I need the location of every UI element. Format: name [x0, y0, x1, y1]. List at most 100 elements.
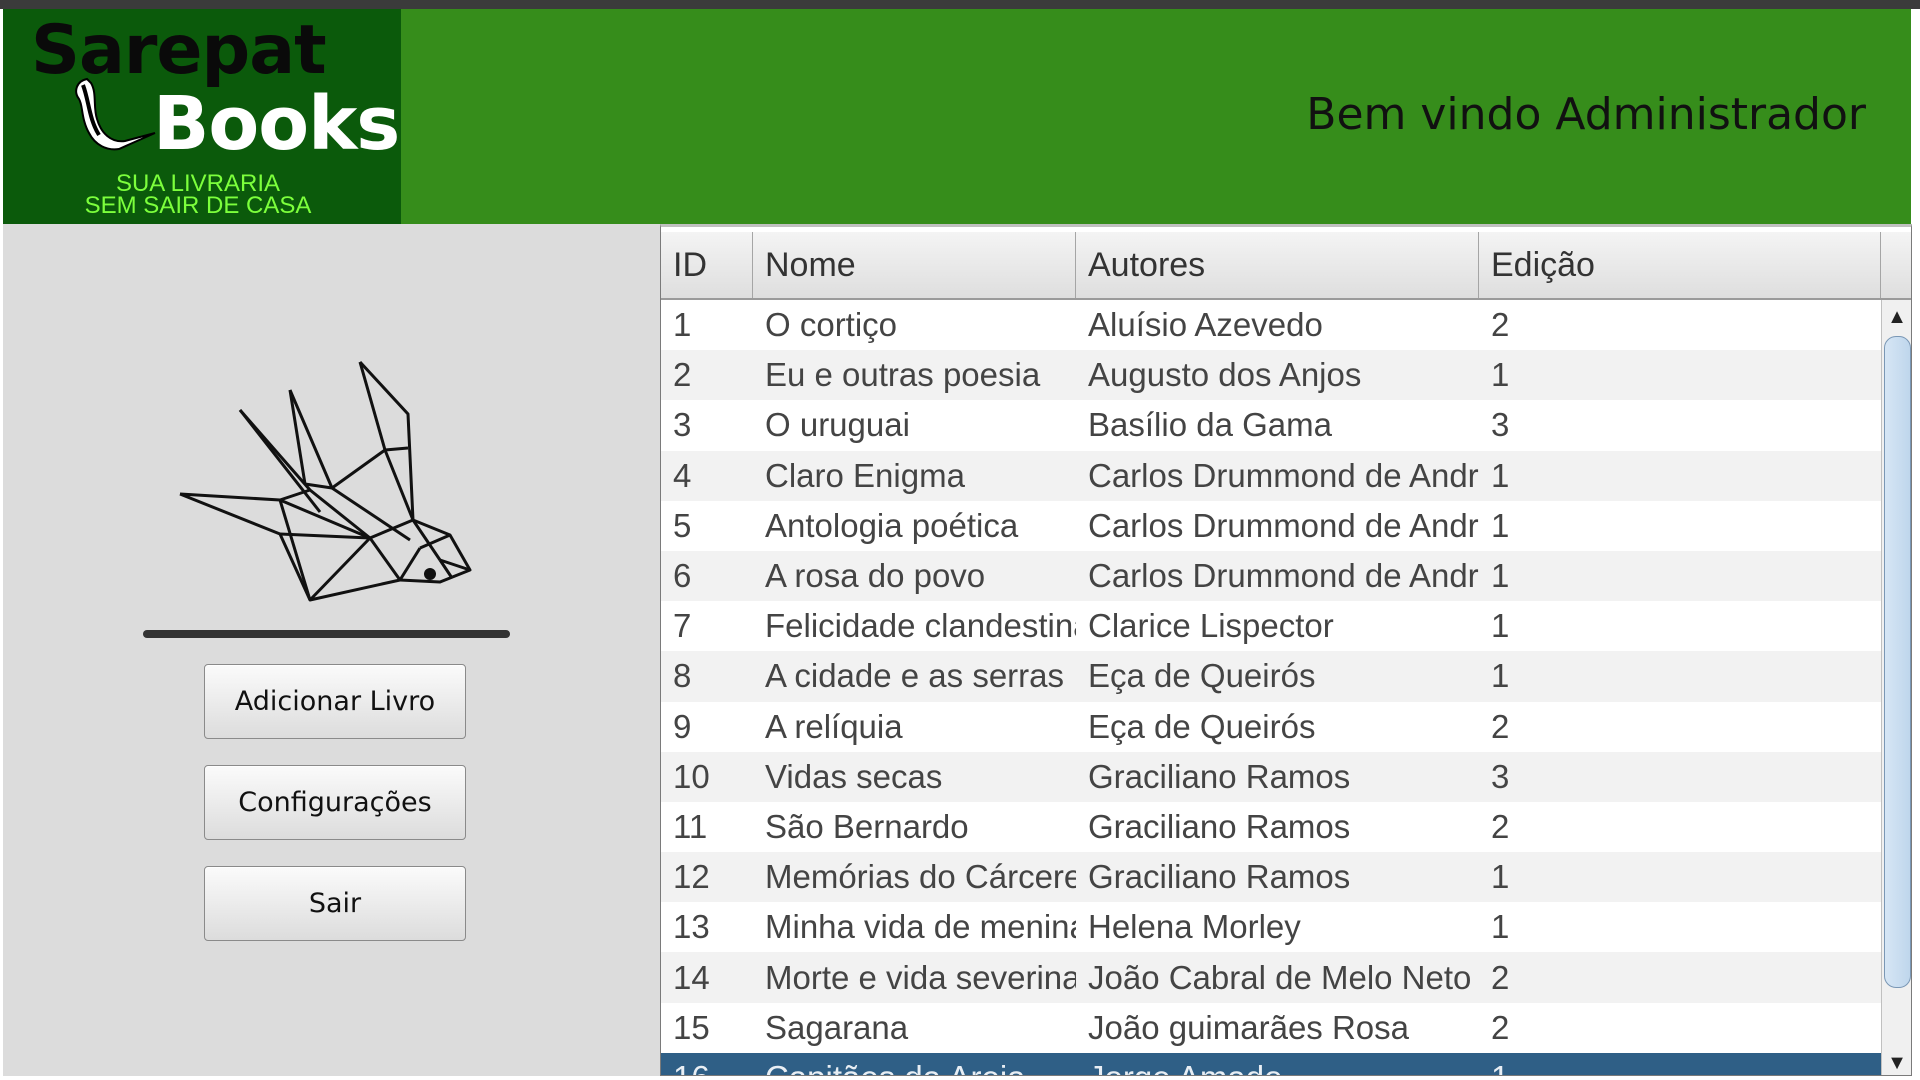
table-header: ID Nome Autores Edição	[661, 232, 1881, 300]
cell-id: 16	[661, 1053, 753, 1075]
table-row[interactable]: 2 Eu e outras poesia Augusto dos Anjos 1	[661, 350, 1881, 401]
brand-logo: Sarepat Books SUA LIVRARIA SEM SAIR DE C…	[3, 9, 401, 224]
cell-id: 11	[673, 807, 708, 845]
scroll-up-icon[interactable]: ▲	[1882, 302, 1911, 332]
cell-nome: A rosa do povo	[765, 557, 986, 595]
table-row[interactable]: 16Capitães da AreiaJorge Amado1	[661, 1052, 1881, 1075]
cell-edicao: 2	[1491, 707, 1510, 745]
logo-tagline-line2: SEM SAIR DE CASA	[84, 192, 312, 219]
cell-edicao: 1	[1491, 858, 1510, 896]
table-row[interactable]: 14 Morte e vida severina João Cabral de Me…	[661, 952, 1881, 1003]
cell-nome: Morte e vida severina	[765, 958, 1076, 996]
cell-autores: Carlos Drummond de Andrade	[1088, 557, 1479, 595]
cell-nome: Vidas secas	[765, 757, 943, 795]
cell-autores: Eça de Queirós	[1088, 707, 1316, 745]
cell-id: 10	[673, 757, 710, 795]
cell-autores: Graciliano Ramos	[1088, 858, 1351, 896]
swallow-icon	[75, 77, 156, 151]
welcome-message: Bem vindo Administrador	[1306, 89, 1866, 140]
cell-autores: Graciliano Ramos	[1088, 807, 1351, 845]
cell-autores: Carlos Drummond de Andrade	[1088, 506, 1479, 544]
table-row[interactable]: 4 Claro Enigma Carlos Drummond de Andrade 1	[661, 450, 1881, 501]
cell-edicao: 2	[1491, 1008, 1510, 1046]
cell-autores: Augusto dos Anjos	[1088, 356, 1362, 394]
add-book-button[interactable]: Adicionar Livro	[204, 664, 466, 739]
vertical-scrollbar[interactable]: ▲ ▼	[1881, 300, 1911, 1075]
cell-autores: Aluísio Azevedo	[1088, 306, 1323, 344]
header-bar: Sarepat Books SUA LIVRARIA SEM SAIR DE C…	[3, 9, 1911, 224]
cell-nome: Minha vida de menina	[765, 908, 1076, 946]
cell-nome: São Bernardo	[765, 807, 969, 845]
column-header-nome[interactable]: Nome	[753, 232, 1076, 298]
cell-id: 9	[673, 707, 692, 745]
cell-id: 6	[673, 557, 692, 595]
table-header-corner	[1881, 232, 1911, 300]
cell-autores: Eça de Queirós	[1088, 657, 1316, 695]
table-row[interactable]: 13 Minha vida de menina Helena Morley 1	[661, 902, 1881, 953]
cell-id: 15	[673, 1008, 710, 1046]
cell-nome: Memórias do Cárcere	[765, 858, 1076, 896]
cell-nome: A cidade e as serras	[765, 657, 1064, 695]
table-row[interactable]: 7 Felicidade clandestina Clarice Lispector…	[661, 601, 1881, 652]
origami-bird-icon	[179, 360, 472, 602]
table-row[interactable]: 10 Vidas secas Graciliano Ramos 3	[661, 751, 1881, 802]
column-header-id[interactable]: ID	[661, 232, 753, 298]
column-header-edicao[interactable]: Edição	[1479, 232, 1881, 298]
sidebar-panel	[3, 224, 661, 1076]
cell-autores: Clarice Lispector	[1088, 607, 1334, 645]
cell-nome: A relíquia	[765, 707, 903, 745]
cell-autores: Basílio da Gama	[1088, 406, 1332, 444]
cell-edicao: 3	[1491, 757, 1510, 795]
window-top-strip	[0, 0, 1920, 9]
cell-autores: Carlos Drummond de Andrade	[1088, 456, 1479, 494]
cell-edicao: 2	[1491, 807, 1510, 845]
scrollbar-thumb[interactable]	[1884, 336, 1911, 988]
cell-edicao: 1	[1491, 456, 1510, 494]
table-row[interactable]: 15 Sagarana João guimarães Rosa 2	[661, 1002, 1881, 1053]
cell-nome: Sagarana	[765, 1008, 909, 1046]
cell-nome: Antologia poética	[765, 506, 1019, 544]
table-row[interactable]: 11 São Bernardo Graciliano Ramos 2	[661, 801, 1881, 853]
table-row[interactable]: 6 A rosa do povo Carlos Drummond de Andrad…	[661, 550, 1881, 602]
illustration-divider	[143, 630, 510, 638]
cell-edicao: 1	[1491, 506, 1510, 544]
cell-edicao: 1	[1491, 908, 1510, 946]
cell-nome: O uruguai	[765, 406, 910, 444]
cell-edicao: 1	[1491, 356, 1510, 394]
books-table[interactable]: ID Nome Autores Edição 1 O cortiço Aluísio…	[660, 224, 1912, 1076]
table-row[interactable]: 5 Antologia poética Carlos Drummond de And…	[661, 500, 1881, 551]
cell-edicao: 2	[1491, 958, 1510, 996]
cell-autores: João guimarães Rosa	[1088, 1008, 1410, 1046]
exit-button[interactable]: Sair	[204, 866, 466, 941]
cell-edicao: 3	[1491, 406, 1510, 444]
cell-id: 2	[673, 356, 692, 394]
cell-nome: Eu e outras poesia	[765, 356, 1041, 394]
cell-edicao: 1	[1491, 607, 1510, 645]
cell-nome: Claro Enigma	[765, 456, 965, 494]
table-row[interactable]: 12 Memórias do Cárcere Graciliano Ramos 1	[661, 852, 1881, 903]
cell-edicao: 1	[1491, 657, 1510, 695]
cell-id: 14	[673, 958, 710, 996]
cell-id: 13	[673, 908, 710, 946]
cell-id: 1	[673, 306, 692, 344]
cell-edicao: 1	[1479, 1053, 1881, 1075]
cell-edicao: 1	[1491, 557, 1510, 595]
table-row[interactable]: 1 O cortiço Aluísio Azevedo 2	[661, 300, 1881, 351]
logo-text-books: Books	[153, 81, 400, 167]
table-row[interactable]: 9 A relíquia Eça de Queirós 2	[661, 701, 1881, 752]
cell-id: 12	[673, 858, 710, 896]
cell-autores: João Cabral de Melo Neto	[1088, 958, 1472, 996]
cell-edicao: 2	[1491, 306, 1510, 344]
column-header-autores[interactable]: Autores	[1076, 232, 1479, 298]
cell-autores: Helena Morley	[1088, 908, 1301, 946]
table-body: 1 O cortiço Aluísio Azevedo 2 2 Eu e outras p…	[661, 300, 1881, 1075]
cell-id: 3	[673, 406, 692, 444]
cell-nome: Felicidade clandestina	[765, 607, 1076, 645]
settings-button[interactable]: Configurações	[204, 765, 466, 840]
scroll-down-icon[interactable]: ▼	[1882, 1048, 1911, 1075]
cell-autores: Jorge Amado	[1076, 1053, 1479, 1075]
table-row[interactable]: 8 A cidade e as serras Eça de Queirós 1	[661, 651, 1881, 702]
cell-id: 4	[673, 456, 692, 494]
table-row[interactable]: 3 O uruguai Basílio da Gama 3	[661, 400, 1881, 451]
cell-autores: Graciliano Ramos	[1088, 757, 1351, 795]
